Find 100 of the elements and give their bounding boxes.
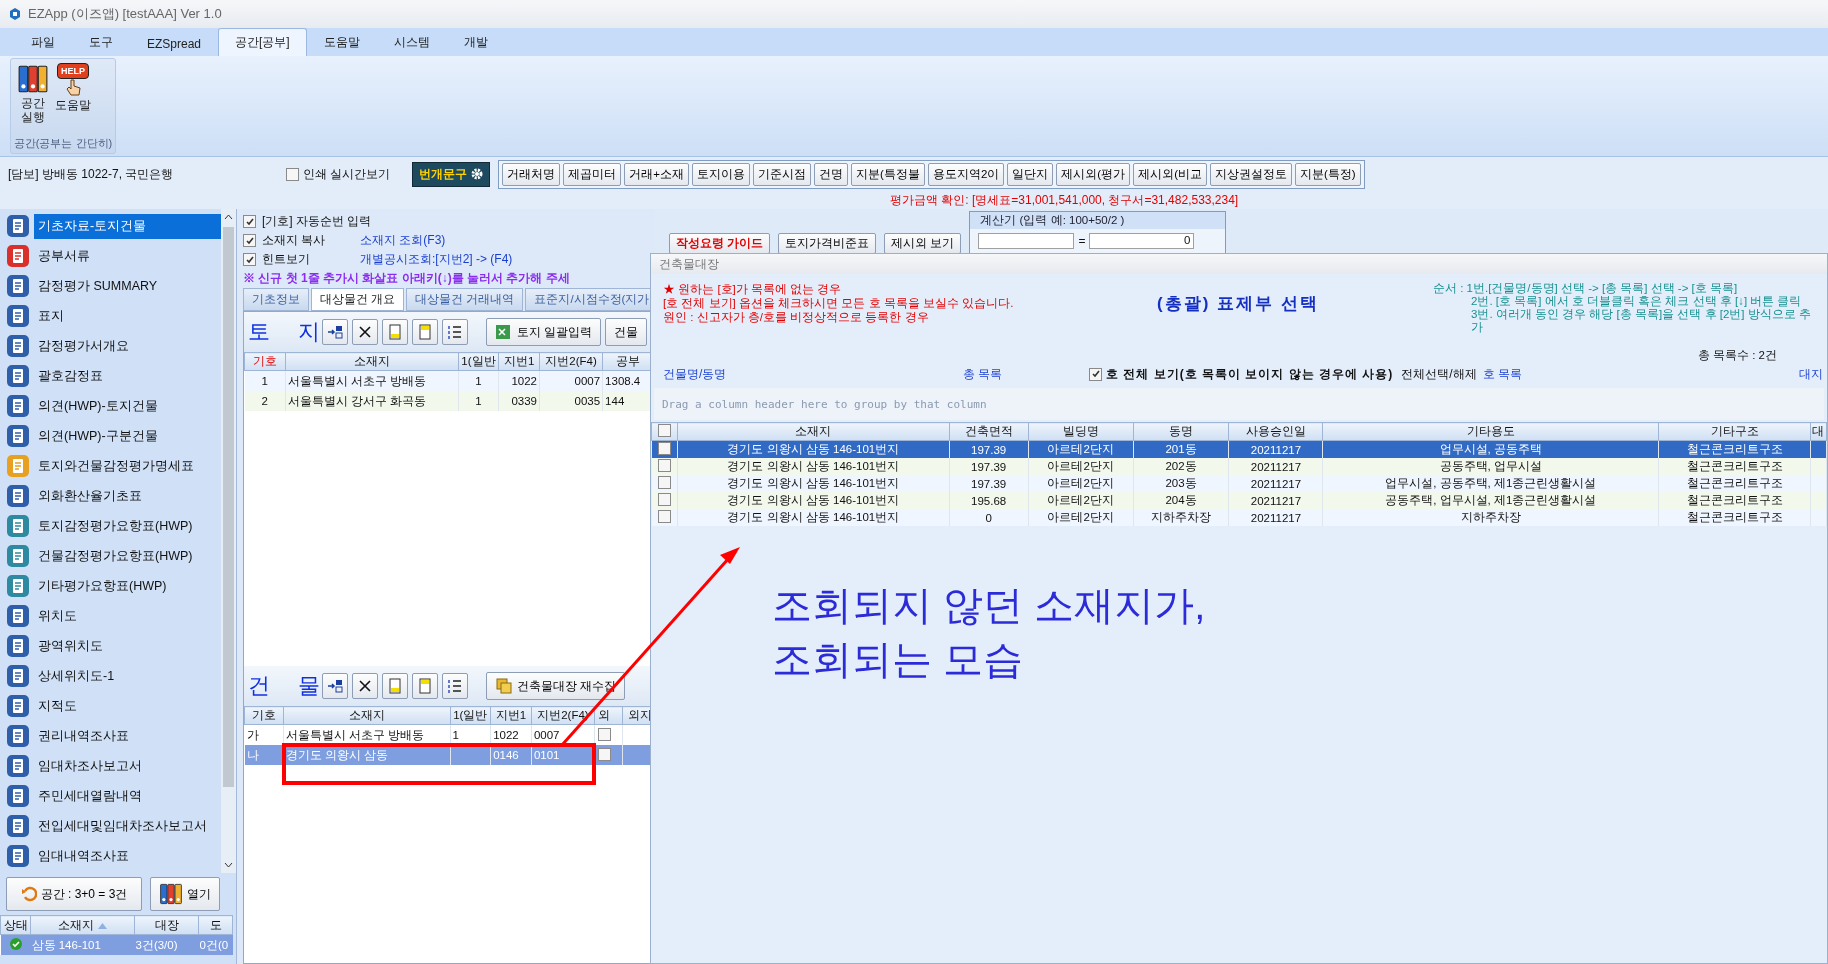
count-button[interactable]: 공간 : 3+0 = 3건 bbox=[6, 877, 142, 911]
column-header[interactable]: 기타구조 bbox=[1658, 422, 1811, 441]
sidebar-item[interactable]: 표지 bbox=[0, 301, 221, 331]
column-header[interactable]: 도 bbox=[198, 915, 233, 935]
column-header[interactable]: 지번1 bbox=[498, 352, 540, 371]
column-header[interactable]: 지번2(F4) bbox=[539, 352, 603, 371]
column-header[interactable]: 지번1 bbox=[490, 706, 532, 725]
panel-button[interactable] bbox=[412, 673, 438, 699]
list-button[interactable] bbox=[442, 319, 468, 345]
sidebar-item[interactable]: 상세위치도-1 bbox=[0, 661, 221, 691]
sidebar-item[interactable]: 주민세대열람내역 bbox=[0, 781, 221, 811]
insert-row-button[interactable] bbox=[322, 319, 348, 345]
checkbox[interactable] bbox=[657, 493, 671, 506]
menu-tab[interactable]: 개발 bbox=[446, 28, 505, 56]
column-header[interactable]: 기타용도 bbox=[1322, 422, 1659, 441]
link[interactable]: 개별공시조회:[지번2] -> (F4) bbox=[360, 251, 513, 268]
input-field[interactable] bbox=[978, 233, 1075, 249]
guide-button[interactable]: 토지가격비준표 bbox=[778, 233, 877, 254]
toolbar-button[interactable]: 지분(특정) bbox=[1295, 162, 1361, 186]
toolbar-button[interactable]: 지분(특정불 bbox=[851, 162, 925, 186]
building-button[interactable]: 건물 bbox=[605, 318, 648, 346]
delete-button[interactable] bbox=[352, 319, 378, 345]
checkbox[interactable] bbox=[1089, 367, 1102, 381]
tab[interactable]: 기초정보 bbox=[243, 288, 309, 311]
toolbar-button[interactable]: 기준시점 bbox=[753, 162, 812, 186]
sidebar-item[interactable]: 외화환산율기초표 bbox=[0, 481, 221, 511]
sidebar-item[interactable]: 의견(HWP)-구분건물 bbox=[0, 421, 221, 451]
column-header[interactable]: 기호 bbox=[244, 706, 284, 725]
toolbar-button[interactable]: 제시외(평가 bbox=[1056, 162, 1131, 186]
column-header[interactable]: 상태 bbox=[0, 915, 31, 935]
sidebar-item[interactable]: 토지와건물감정평가명세표 bbox=[0, 451, 221, 481]
column-header[interactable]: 사용승인일 bbox=[1228, 422, 1323, 441]
sidebar-item[interactable]: 의견(HWP)-토지건물 bbox=[0, 391, 221, 421]
column-header[interactable]: 건축면적 bbox=[949, 422, 1029, 441]
checkbox[interactable] bbox=[243, 234, 256, 247]
phrase-button[interactable]: 번개문구 bbox=[412, 161, 491, 187]
delete-button[interactable] bbox=[352, 673, 378, 699]
checkbox[interactable] bbox=[286, 167, 299, 181]
sidebar-item[interactable]: 건물감정평가요항표(HWP) bbox=[0, 541, 221, 571]
sidebar-item[interactable]: 감정평가 SUMMARY bbox=[0, 271, 221, 301]
link[interactable]: 소재지 조회(F3) bbox=[360, 232, 446, 249]
list-button[interactable] bbox=[442, 673, 468, 699]
column-header[interactable]: 대장 bbox=[134, 915, 199, 935]
sidebar-item[interactable]: 괄호감정표 bbox=[0, 361, 221, 391]
toolbar-button[interactable]: 일단지 bbox=[1007, 162, 1054, 186]
column-header[interactable]: 기호 bbox=[244, 352, 286, 371]
checkbox[interactable] bbox=[658, 424, 671, 437]
sidebar-item[interactable]: 위치도 bbox=[0, 601, 221, 631]
toolbar-button[interactable]: 지상권설정토 bbox=[1210, 162, 1292, 186]
column-header[interactable]: 소재지 bbox=[677, 422, 950, 441]
result-field[interactable]: 0 bbox=[1089, 233, 1195, 249]
menu-tab[interactable]: 도구 bbox=[72, 28, 130, 56]
column-header[interactable]: 소재지 bbox=[285, 352, 459, 371]
menu-tab[interactable]: 파일 bbox=[14, 28, 72, 56]
select-all-link[interactable]: 전체선택/해제 bbox=[1401, 365, 1477, 383]
sidebar-item[interactable]: 기타평가요항표(HWP) bbox=[0, 571, 221, 601]
toolbar-button[interactable]: 제시외(비교 bbox=[1133, 162, 1207, 186]
toolbar-button[interactable]: 토지이용 bbox=[692, 162, 751, 186]
sidebar-item[interactable]: 공부서류 bbox=[0, 241, 221, 271]
column-header[interactable]: 1(일반 bbox=[458, 352, 499, 371]
guide-button[interactable]: 제시외 보기 bbox=[884, 233, 962, 254]
menu-tab[interactable]: EZSpread bbox=[130, 31, 219, 56]
sidebar-item[interactable]: 광역위치도 bbox=[0, 631, 221, 661]
column-header[interactable]: 동명 bbox=[1133, 422, 1229, 441]
menu-tab[interactable]: 도움말 bbox=[306, 28, 377, 56]
tab[interactable]: 대상물건 개요 bbox=[311, 288, 405, 311]
toolbar-button[interactable]: 제곱미터 bbox=[563, 162, 622, 186]
menu-tab[interactable]: 시스템 bbox=[376, 28, 447, 56]
sidebar-item[interactable]: 토지감정평가요항표(HWP) bbox=[0, 511, 221, 541]
sidebar-item[interactable]: 임대내역조사표 bbox=[0, 841, 221, 871]
column-header[interactable]: 소재지 bbox=[30, 915, 135, 935]
column-header[interactable]: 외 bbox=[594, 706, 623, 725]
checkbox[interactable] bbox=[657, 459, 671, 472]
help-button[interactable]: HELP 도움말 bbox=[55, 63, 91, 132]
sidebar-item[interactable]: 전입세대및임대차조사보고서 bbox=[0, 811, 221, 841]
toolbar-button[interactable]: 용도지역2이 bbox=[927, 162, 1005, 186]
batch-input-button[interactable]: 토지 일괄입력 bbox=[486, 318, 602, 346]
panel-button[interactable] bbox=[412, 319, 438, 345]
open-button[interactable]: 열기 bbox=[150, 877, 220, 911]
checkbox[interactable] bbox=[243, 215, 256, 228]
toolbar-button[interactable]: 건명 bbox=[814, 162, 849, 186]
checkbox[interactable] bbox=[597, 747, 611, 761]
recollect-button[interactable]: 건축물대장 재수집 bbox=[486, 672, 626, 700]
checkbox[interactable] bbox=[657, 510, 671, 523]
checkbox[interactable] bbox=[597, 727, 611, 741]
insert-row-button[interactable] bbox=[322, 673, 348, 699]
sidebar-item[interactable]: 권리내역조사표 bbox=[0, 721, 221, 751]
column-header[interactable]: 1(일반 bbox=[450, 706, 491, 725]
sidebar-item[interactable]: 임대차조사보고서 bbox=[0, 751, 221, 781]
toolbar-button[interactable]: 거래+소재 bbox=[624, 162, 690, 186]
sidebar-item[interactable]: 감정평가서개요 bbox=[0, 331, 221, 361]
toolbar-button[interactable]: 거래처명 bbox=[502, 162, 561, 186]
column-header[interactable]: 빌딩명 bbox=[1028, 422, 1134, 441]
column-header[interactable]: 지번2(F4) bbox=[531, 706, 595, 725]
menu-tab[interactable]: 공간[공부] bbox=[218, 28, 307, 56]
run-button[interactable]: 공간 실행 bbox=[17, 63, 49, 132]
tab[interactable]: 대상물건 거래내역 bbox=[406, 288, 524, 311]
sidebar-item[interactable]: 지적도 bbox=[0, 691, 221, 721]
guide-button[interactable]: 작성요령 가이드 bbox=[669, 233, 771, 254]
checkbox[interactable] bbox=[243, 253, 256, 266]
